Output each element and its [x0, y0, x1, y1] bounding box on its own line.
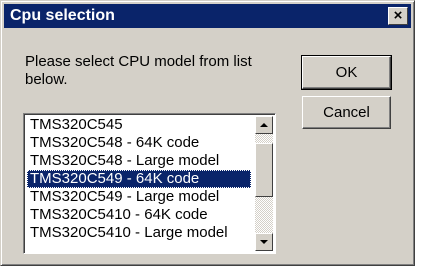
list-item[interactable]: TMS320C5410 - Large model [27, 224, 251, 242]
close-icon: × [393, 7, 403, 24]
vertical-scrollbar[interactable] [255, 116, 273, 251]
list-item[interactable]: TMS320C545 [27, 116, 251, 134]
scrollbar-thumb[interactable] [255, 143, 273, 197]
ok-button[interactable]: OK [301, 55, 392, 90]
list-item[interactable]: TMS320C549 - Large model [27, 188, 251, 206]
cancel-button[interactable]: Cancel [302, 96, 391, 129]
list-item[interactable]: TMS320C548 - 64K code [27, 134, 251, 152]
scroll-up-arrow-icon [260, 123, 268, 127]
scroll-up-button[interactable] [255, 116, 273, 134]
list-item[interactable]: TMS320C549 - 64K code [27, 170, 251, 188]
scroll-down-button[interactable] [255, 233, 273, 251]
cpu-model-listbox[interactable]: TMS320C545 TMS320C548 - 64K code TMS320C54… [23, 113, 276, 254]
cpu-selection-dialog: Cpu selection × Please select CPU model … [0, 0, 415, 266]
dialog-title: Cpu selection [10, 7, 115, 24]
close-button[interactable]: × [388, 7, 408, 25]
prompt-text: Please select CPU model from list below. [25, 53, 252, 88]
title-bar[interactable]: Cpu selection × [4, 4, 411, 28]
list-item[interactable]: TMS320C5410 - 64K code [27, 206, 251, 224]
cpu-model-list: TMS320C545 TMS320C548 - 64K code TMS320C54… [27, 116, 251, 242]
scroll-down-arrow-icon [260, 240, 268, 244]
list-item[interactable]: TMS320C548 - Large model [27, 152, 251, 170]
